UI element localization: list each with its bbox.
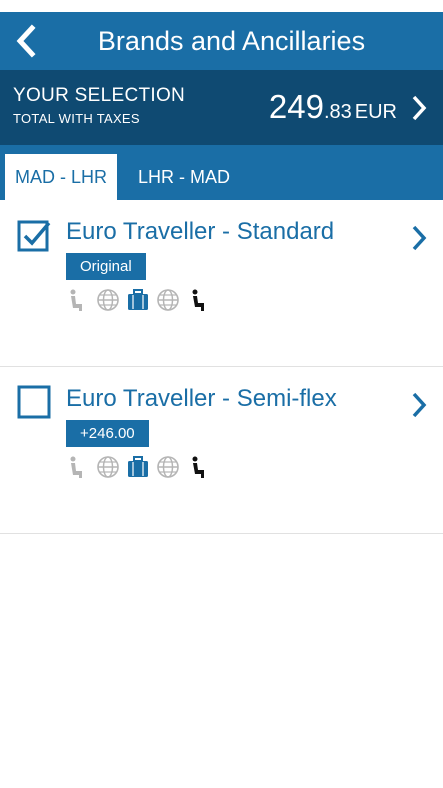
app-header: Brands and Ancillaries: [0, 12, 443, 70]
seat-icon: [186, 455, 210, 479]
fare-title: Euro Traveller - Standard: [66, 218, 335, 245]
chevron-right-icon[interactable]: [409, 391, 429, 419]
amenity-icons: [66, 455, 210, 479]
globe-icon: [96, 288, 120, 312]
globe-icon: [156, 455, 180, 479]
price-currency: EUR: [354, 101, 397, 123]
status-bar-gap: [0, 0, 443, 12]
fare-card-semi-flex[interactable]: Euro Traveller - Semi-flex +246.00: [0, 367, 443, 534]
checkbox-unchecked[interactable]: [17, 385, 51, 419]
price-decimal: .83: [323, 101, 352, 123]
chevron-right-icon[interactable]: [409, 224, 429, 252]
amenity-icons: [66, 288, 210, 312]
chevron-right-icon: [412, 95, 427, 121]
price-integer: 249: [268, 88, 324, 125]
globe-icon: [156, 288, 180, 312]
baggage-icon: [126, 288, 150, 312]
route-tabs: MAD - LHR LHR - MAD: [0, 145, 443, 200]
checkbox-checked[interactable]: [17, 218, 51, 252]
globe-icon: [96, 455, 120, 479]
fare-badge: +246.00: [66, 420, 149, 447]
baggage-icon: [126, 455, 150, 479]
tab-lhr-mad[interactable]: LHR - MAD: [128, 154, 240, 200]
total-price: 249.83 EUR: [269, 88, 397, 126]
fare-badge: Original: [66, 253, 146, 280]
tab-mad-lhr[interactable]: MAD - LHR: [5, 154, 117, 200]
seat-unavailable-icon: [66, 288, 90, 312]
page-title: Brands and Ancillaries: [97, 26, 366, 56]
seat-icon: [186, 288, 210, 312]
selection-subtitle: TOTAL WITH TAXES: [13, 111, 140, 126]
selection-title: YOUR SELECTION: [13, 85, 186, 106]
fare-title: Euro Traveller - Semi-flex: [66, 385, 337, 412]
selection-summary[interactable]: YOUR SELECTION TOTAL WITH TAXES 249.83 EU…: [0, 70, 443, 145]
seat-unavailable-icon: [66, 455, 90, 479]
fare-card-standard[interactable]: Euro Traveller - Standard Original: [0, 200, 443, 367]
